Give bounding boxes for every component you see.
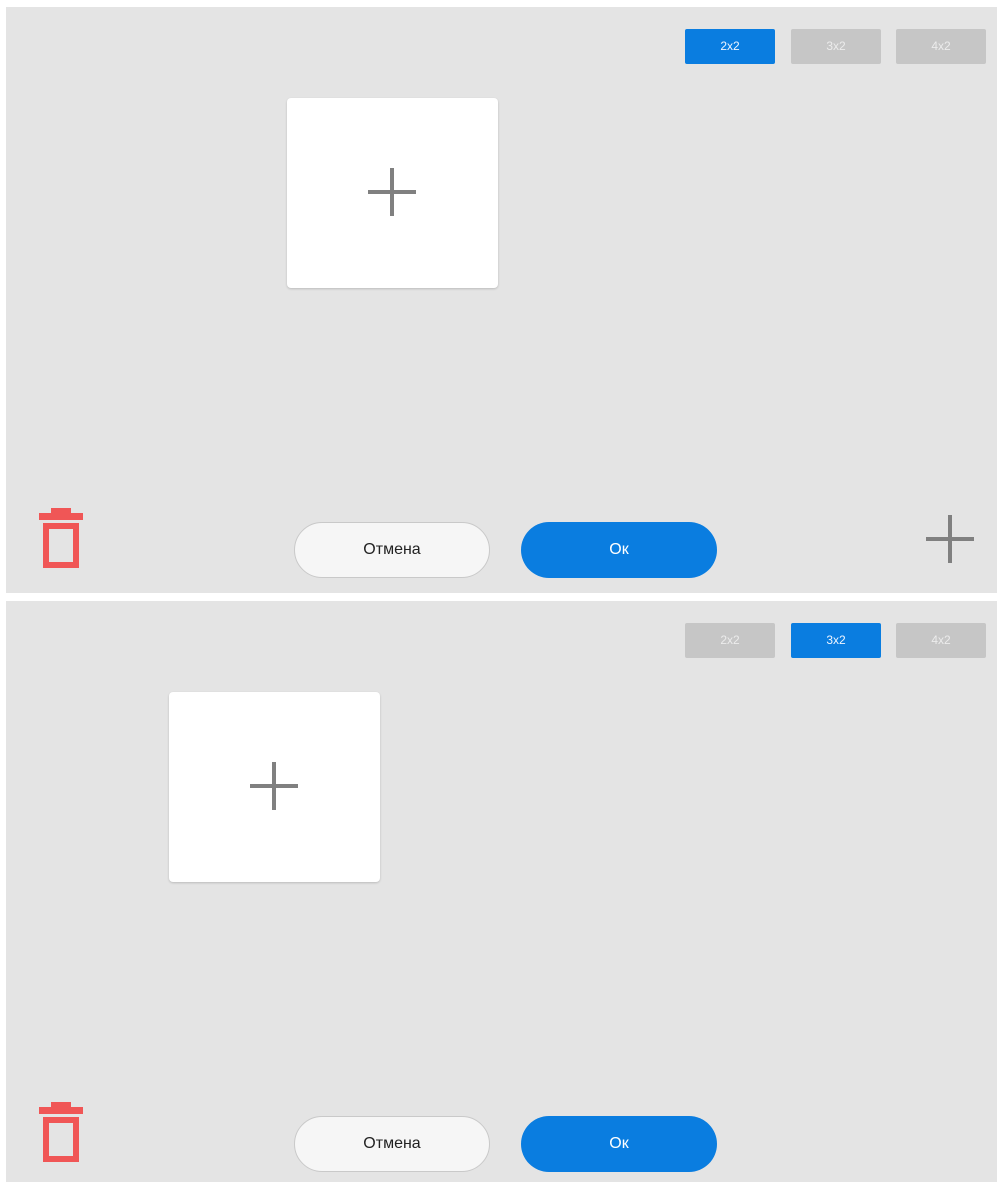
layout-tab-4x2[interactable]: 4x2 [896,623,986,658]
plus-icon [926,515,974,563]
add-widget-button[interactable] [926,515,974,563]
add-tile-button[interactable] [169,692,380,882]
layout-tab-3x2[interactable]: 3x2 [791,29,881,64]
cancel-button[interactable]: Отмена [294,522,490,578]
ok-button[interactable]: Ок [521,522,717,578]
add-tile-button[interactable] [287,98,498,288]
layout-editor-panel-2x2: 2x2 3x2 4x2 Отмена Ок [6,7,997,593]
layout-tab-3x2[interactable]: 3x2 [791,623,881,658]
ok-button[interactable]: Ок [521,1116,717,1172]
plus-icon [368,168,416,216]
layout-tab-2x2[interactable]: 2x2 [685,623,775,658]
layout-tab-2x2[interactable]: 2x2 [685,29,775,64]
cancel-button[interactable]: Отмена [294,1116,490,1172]
trash-icon[interactable] [39,1102,83,1162]
layout-tab-4x2[interactable]: 4x2 [896,29,986,64]
trash-icon[interactable] [39,508,83,568]
layout-editor-panel-3x2: 2x2 3x2 4x2 Отмена Ок [6,601,997,1182]
plus-icon [250,762,298,810]
